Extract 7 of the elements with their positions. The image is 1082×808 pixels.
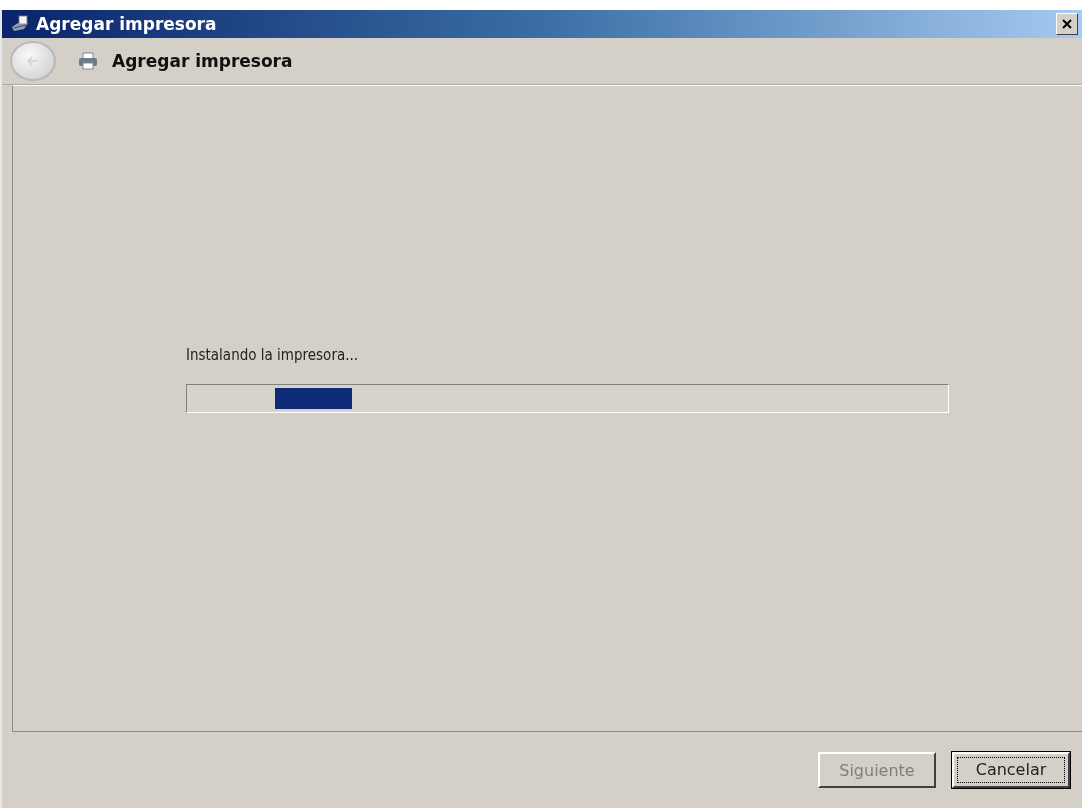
dialog-button[interactable]: Cancelar (952, 752, 1070, 788)
printer-icon (78, 52, 98, 70)
status-text: Instalando la impresora... (186, 346, 360, 364)
window-title: Agregar impresora (36, 14, 217, 34)
close-icon (1061, 18, 1073, 30)
header-title: Agregar impresora (112, 51, 293, 71)
close-button[interactable] (1056, 13, 1078, 35)
